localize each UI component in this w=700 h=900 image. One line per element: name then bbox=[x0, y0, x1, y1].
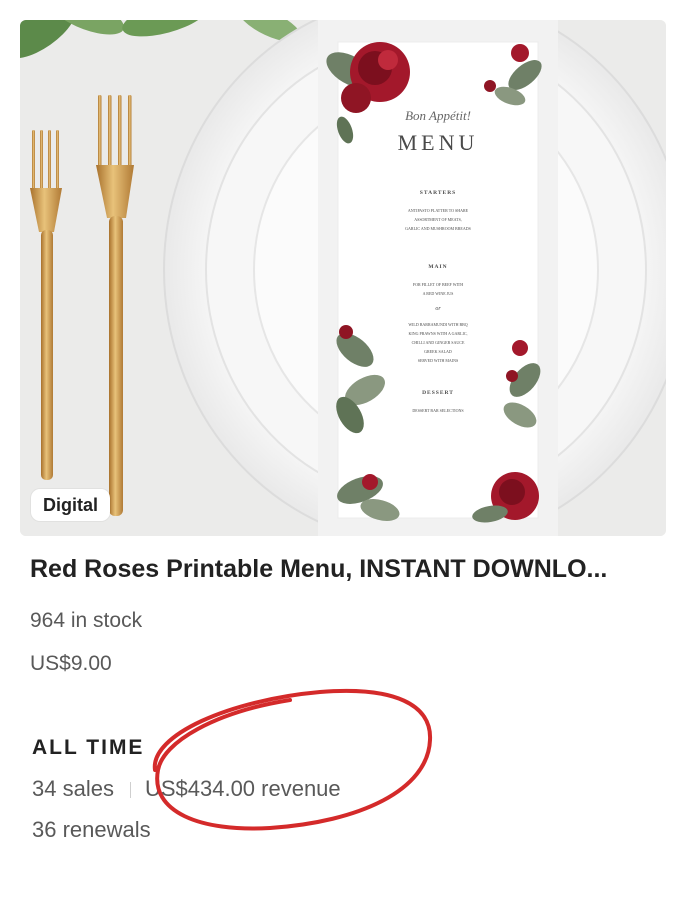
menu-dessert-heading: DESSERT bbox=[422, 390, 454, 396]
menu-starters-line: ANTIPASTO PLATTER TO SHARE bbox=[408, 208, 469, 213]
stats-row: 34 sales US$434.00 revenue bbox=[32, 776, 341, 802]
stock-count: 964 in stock bbox=[30, 609, 143, 632]
menu-starters-line: GARLIC AND MUSHROOM BREADS bbox=[405, 226, 471, 231]
revenue-amount: US$434.00 revenue bbox=[144, 776, 341, 801]
menu-script-heading: Bon Appétit! bbox=[405, 108, 471, 123]
menu-dessert-line: DESSERT BAR SELECTIONS bbox=[412, 408, 463, 413]
menu-mains-line: FOR FILLET OF BEEF WITH bbox=[413, 282, 463, 287]
renewals-count: 36 renewals bbox=[32, 817, 151, 842]
menu-mains-alt-line: WILD BARRAMUNDI WITH BBQ bbox=[408, 322, 467, 327]
listing-title[interactable]: Red Roses Printable Menu, INSTANT DOWNLO… bbox=[30, 555, 670, 584]
menu-mains-line: A RED WINE JUS bbox=[423, 291, 454, 296]
menu-mains-alt-line: CHILLI AND GINGER SAUCE bbox=[412, 340, 465, 345]
menu-card: Bon Appétit! MENU STARTERS ANTIPASTO PLA… bbox=[326, 41, 542, 523]
menu-mains-heading: MAIN bbox=[428, 264, 447, 270]
digital-badge: Digital bbox=[31, 489, 111, 521]
listing-card: Bon Appétit! MENU STARTERS ANTIPASTO PLA… bbox=[0, 0, 700, 900]
listing-price: US$9.00 bbox=[30, 652, 112, 675]
product-image[interactable]: Bon Appétit! MENU STARTERS ANTIPASTO PLA… bbox=[20, 20, 666, 536]
sales-count: 34 sales bbox=[32, 776, 114, 801]
menu-or-text: or bbox=[435, 306, 441, 312]
stats-divider bbox=[129, 782, 131, 799]
menu-mains-alt-line: GREEK SALAD bbox=[424, 349, 452, 354]
stats-heading: ALL TIME bbox=[32, 736, 145, 759]
menu-heading: MENU bbox=[398, 130, 479, 155]
menu-mains-alt-line: SERVED WITH MAINS bbox=[418, 358, 459, 363]
menu-starters-heading: STARTERS bbox=[420, 190, 456, 196]
